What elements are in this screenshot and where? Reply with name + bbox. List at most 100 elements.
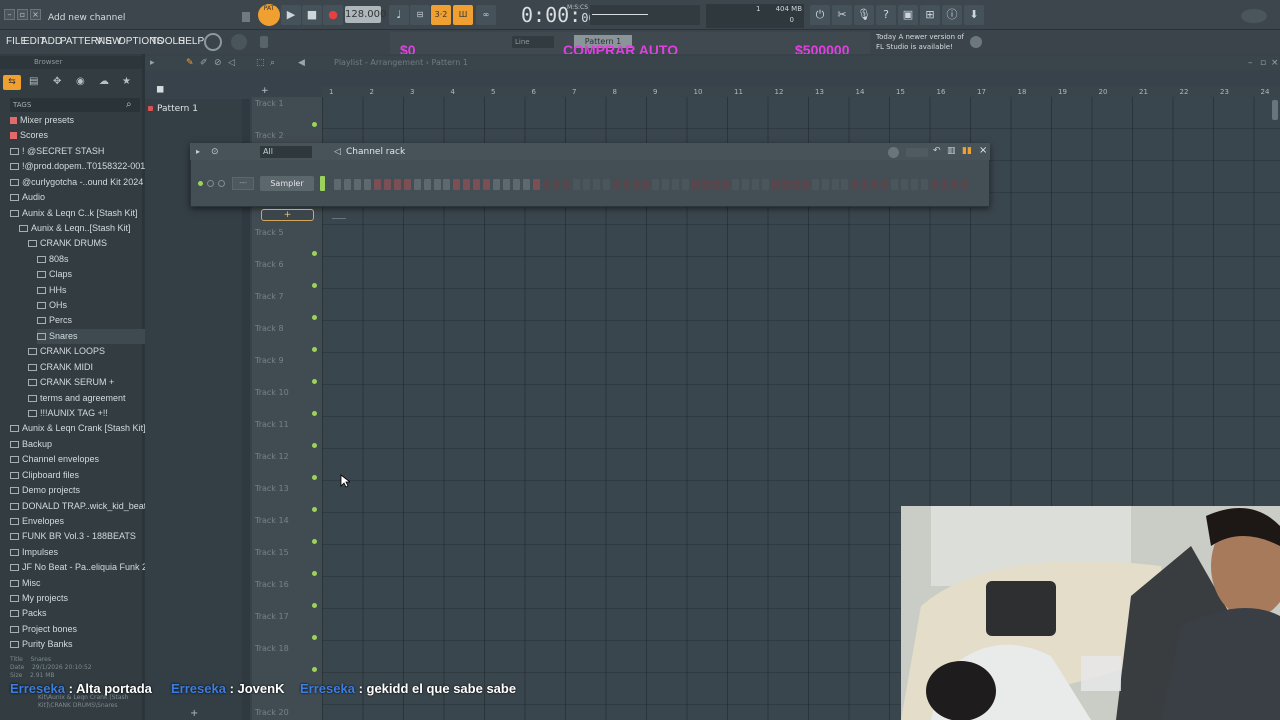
step-button[interactable] (652, 179, 660, 190)
browser-all-tab[interactable]: ⇆ (3, 75, 21, 90)
track-label[interactable]: Track 11 (255, 420, 289, 429)
step-button[interactable] (383, 179, 391, 190)
step-button[interactable] (453, 179, 461, 190)
track-mute-led[interactable] (312, 347, 317, 352)
playlist-arrow-icon[interactable]: ▸ (150, 58, 155, 68)
browser-item[interactable]: Percs (37, 313, 72, 328)
track-label[interactable]: Track 16 (255, 580, 289, 589)
track-label[interactable]: Track 17 (255, 612, 289, 621)
timeline-ruler[interactable] (322, 86, 1280, 97)
browser-item[interactable]: Demo projects (10, 483, 80, 498)
cpu-icon[interactable]: ⏻ (810, 5, 830, 25)
browser-item[interactable]: Mixer presets (10, 113, 74, 128)
step-button[interactable] (493, 179, 501, 190)
steps-display[interactable] (906, 148, 928, 157)
track-mute-led[interactable] (312, 379, 317, 384)
step-button[interactable] (632, 179, 640, 190)
pat-song-toggle[interactable]: PAT (258, 4, 280, 26)
browser-item[interactable]: Scores (10, 128, 48, 143)
browser-item[interactable]: Claps (37, 267, 72, 282)
step-button[interactable] (393, 179, 401, 190)
step-button[interactable] (722, 179, 730, 190)
track-label[interactable]: Track 6 (255, 260, 284, 269)
browser-item[interactable]: Packs (10, 606, 47, 621)
browser-item[interactable]: Aunix & Leqn Crank [Stash Kit] (10, 421, 146, 436)
browser-cloud-icon[interactable]: ☁ (99, 76, 109, 87)
download-icon[interactable]: ⬇ (964, 5, 984, 25)
step-button[interactable] (751, 179, 759, 190)
menu-add[interactable]: ADD (41, 36, 62, 47)
step-button[interactable] (443, 179, 451, 190)
update-icon[interactable] (970, 36, 982, 48)
step-button[interactable] (433, 179, 441, 190)
stop-icon[interactable]: ■ (302, 5, 322, 25)
step-button[interactable] (931, 179, 938, 190)
step-button[interactable] (413, 179, 421, 190)
channel-rack-options-icon[interactable]: ⊙ (211, 147, 219, 157)
add-pattern-icon[interactable]: + (190, 708, 198, 719)
channel-rack-close-icon[interactable]: × (979, 145, 987, 156)
playback-tool-icon[interactable]: ◀ (298, 58, 305, 68)
info-icon[interactable]: ⓘ (942, 5, 962, 25)
step-button[interactable] (503, 179, 511, 190)
step-button[interactable] (353, 179, 361, 190)
browser-item[interactable]: Aunix & Leqn C..k [Stash Kit] (10, 206, 138, 221)
browser-item[interactable]: HHs (37, 283, 67, 298)
browser-item[interactable]: Purity Banks (10, 637, 73, 652)
close-icon[interactable]: × (30, 9, 41, 20)
track-mute-led[interactable] (312, 507, 317, 512)
step-button[interactable] (622, 179, 630, 190)
step-button[interactable] (841, 179, 849, 190)
tempo-field[interactable]: 128.000 (345, 6, 386, 23)
track-mute-led[interactable] (312, 571, 317, 576)
track-label[interactable]: Track 15 (255, 548, 289, 557)
track-label[interactable]: Track 18 (255, 644, 289, 653)
step-button[interactable] (861, 179, 869, 190)
master-slider[interactable] (260, 36, 268, 48)
track-label[interactable]: Track 9 (255, 356, 284, 365)
track-label[interactable]: Track 10 (255, 388, 289, 397)
step-button[interactable] (612, 179, 620, 190)
snap-selector[interactable]: Line (512, 36, 554, 48)
browser-item[interactable]: 808s (37, 252, 69, 267)
track-mute-led[interactable] (312, 122, 317, 127)
step-button[interactable] (513, 179, 521, 190)
step-button[interactable] (473, 179, 481, 190)
update-notice[interactable]: Today A newer version of FL Studio is av… (876, 32, 964, 52)
step-button[interactable] (642, 179, 650, 190)
track-mute-led[interactable] (312, 603, 317, 608)
track-label[interactable]: Track 13 (255, 484, 289, 493)
piano-roll-icon[interactable]: ◼ (156, 84, 164, 95)
track-label[interactable]: Track 5 (255, 228, 284, 237)
minimize-icon[interactable]: – (4, 9, 15, 20)
mixer-track-selector[interactable]: --- (232, 177, 254, 190)
step-button[interactable] (602, 179, 610, 190)
step-button[interactable] (821, 179, 829, 190)
browser-item[interactable]: terms and agreement (28, 391, 126, 406)
step-button[interactable] (831, 179, 839, 190)
step-button[interactable] (871, 179, 879, 190)
track-mute-led[interactable] (312, 475, 317, 480)
step-button[interactable] (562, 179, 570, 190)
step-button[interactable] (911, 179, 919, 190)
undo-icon[interactable]: ↶ (933, 146, 941, 156)
step-button[interactable] (891, 179, 899, 190)
step-button[interactable] (901, 179, 909, 190)
add-channel-button[interactable]: + (261, 209, 314, 221)
step-view-icon[interactable]: ▮▮ (962, 146, 972, 156)
step-button[interactable] (881, 179, 889, 190)
pattern-item[interactable]: Pattern 1 (157, 104, 198, 114)
play-icon[interactable]: ▶ (281, 5, 301, 25)
step-button[interactable] (363, 179, 371, 190)
channel-rack-resize-handle[interactable] (332, 218, 346, 219)
track-label[interactable]: Track 8 (255, 324, 284, 333)
browser-item[interactable]: FUNK BR Vol.3 - 188BEATS (10, 529, 136, 544)
countdown-icon[interactable]: 3·2 (431, 5, 451, 25)
step-button[interactable] (403, 179, 411, 190)
track-mute-led[interactable] (312, 443, 317, 448)
select-tool-icon[interactable]: ⬚ (256, 58, 265, 68)
browser-item[interactable]: Project bones (10, 622, 77, 637)
browser-item[interactable]: @curlygotcha -..ound Kit 2024 (10, 175, 143, 190)
track-label[interactable]: Track 12 (255, 452, 289, 461)
track-label[interactable]: Track 1 (255, 99, 284, 108)
